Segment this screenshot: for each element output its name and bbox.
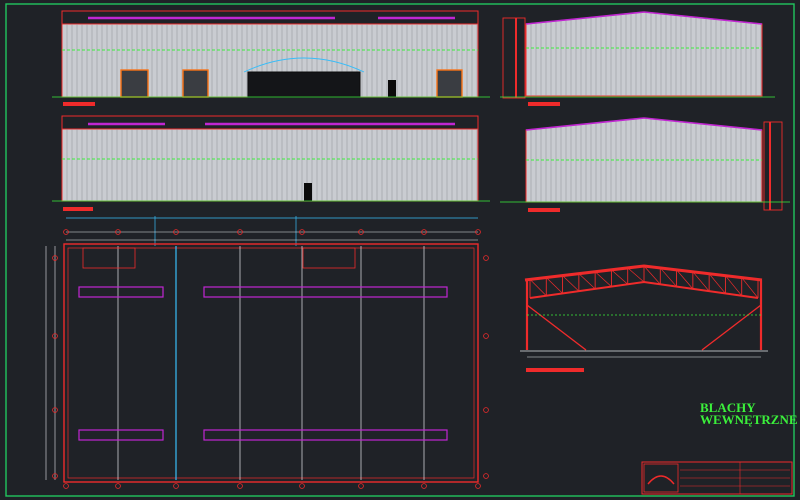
front-elevation-gate [182, 69, 209, 98]
sheet-title-line-2: WEWNĘTRZNE [700, 412, 798, 427]
gable-elevation-1 [500, 11, 775, 106]
truss-title-bar [526, 368, 584, 372]
rear-elevation-wall [61, 128, 479, 202]
front-elevation-title-bar [63, 102, 95, 106]
front-elevation-gate [436, 69, 463, 98]
gable-elevation-2 [500, 117, 790, 212]
rear-elevation-door [304, 183, 312, 201]
gable-2-title-bar [528, 208, 560, 212]
gable-1-wall [525, 11, 763, 97]
rear-elevation [52, 115, 490, 211]
front-elevation [52, 10, 490, 106]
cad-drawing-sheet: BLACHY WEWNĘTRZNE [0, 0, 800, 500]
rear-elevation-title-bar [63, 207, 93, 211]
front-elevation-gate [120, 69, 149, 98]
gable-1-title-bar [528, 102, 560, 106]
front-elevation-large-opening [247, 71, 361, 98]
front-elevation-door [388, 80, 396, 97]
rear-elevation-attic [61, 115, 479, 130]
